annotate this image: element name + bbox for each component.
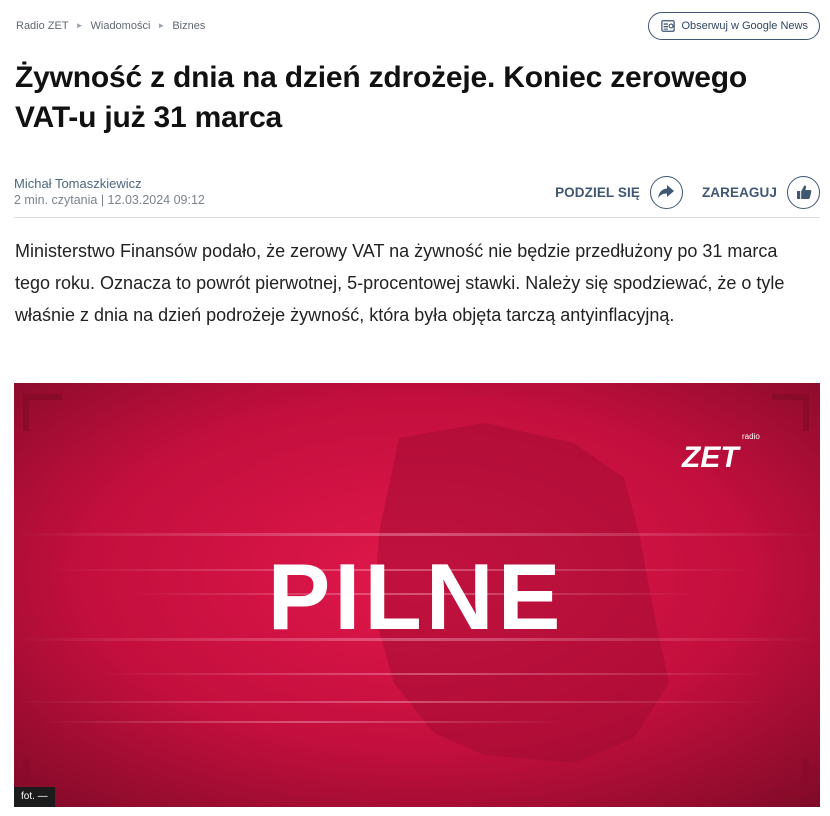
meta-divider [14, 217, 820, 218]
article-lead: Ministerstwo Finansów podało, że zerowy … [15, 241, 785, 325]
share-button[interactable]: PODZIEL SIĘ [555, 175, 683, 209]
zet-logo: ZET [681, 441, 741, 474]
top-bar: Radio ZET ► Wiadomości ► Biznes Obserwuj… [16, 10, 820, 42]
share-label: PODZIEL SIĘ [555, 184, 640, 200]
author-name[interactable]: Michał Tomaszkiewicz [14, 175, 205, 192]
article-meta: Michał Tomaszkiewicz 2 min. czytania | 1… [14, 172, 820, 212]
article-actions: PODZIEL SIĘ ZAREAGUJ [555, 175, 820, 209]
zet-logo-small: radio [742, 432, 760, 441]
thumbs-up-icon [787, 175, 820, 209]
react-label: ZAREAGUJ [701, 184, 777, 200]
hero-image[interactable]: PILNE ZET radio [14, 383, 820, 807]
breadcrumb-item-radio-zet[interactable]: Radio ZET [16, 20, 69, 32]
share-arrow-icon [649, 175, 683, 209]
follow-google-news-button[interactable]: Obserwuj w Google News [648, 12, 820, 40]
article-title: Żywność z dnia na dzień zdrożeje. Koniec… [15, 61, 747, 134]
breadcrumb-item-wiadomosci[interactable]: Wiadomości [91, 20, 151, 32]
triangle-right-icon: ► [75, 20, 84, 30]
photo-caption: fot. — [14, 787, 55, 807]
triangle-right-icon: ► [157, 20, 166, 30]
read-time-and-date: 2 min. czytania | 12.03.2024 09:12 [14, 193, 205, 207]
author-block: Michał Tomaszkiewicz 2 min. czytania | 1… [14, 175, 205, 209]
react-button[interactable]: ZAREAGUJ [701, 175, 820, 209]
breadcrumb-item-biznes[interactable]: Biznes [172, 20, 205, 32]
breadcrumb: Radio ZET ► Wiadomości ► Biznes [16, 20, 205, 32]
hero-graphic: PILNE ZET radio [14, 383, 820, 807]
pilne-headline: PILNE [268, 544, 565, 649]
follow-button-label: Obserwuj w Google News [681, 20, 808, 32]
google-news-icon [661, 20, 676, 32]
